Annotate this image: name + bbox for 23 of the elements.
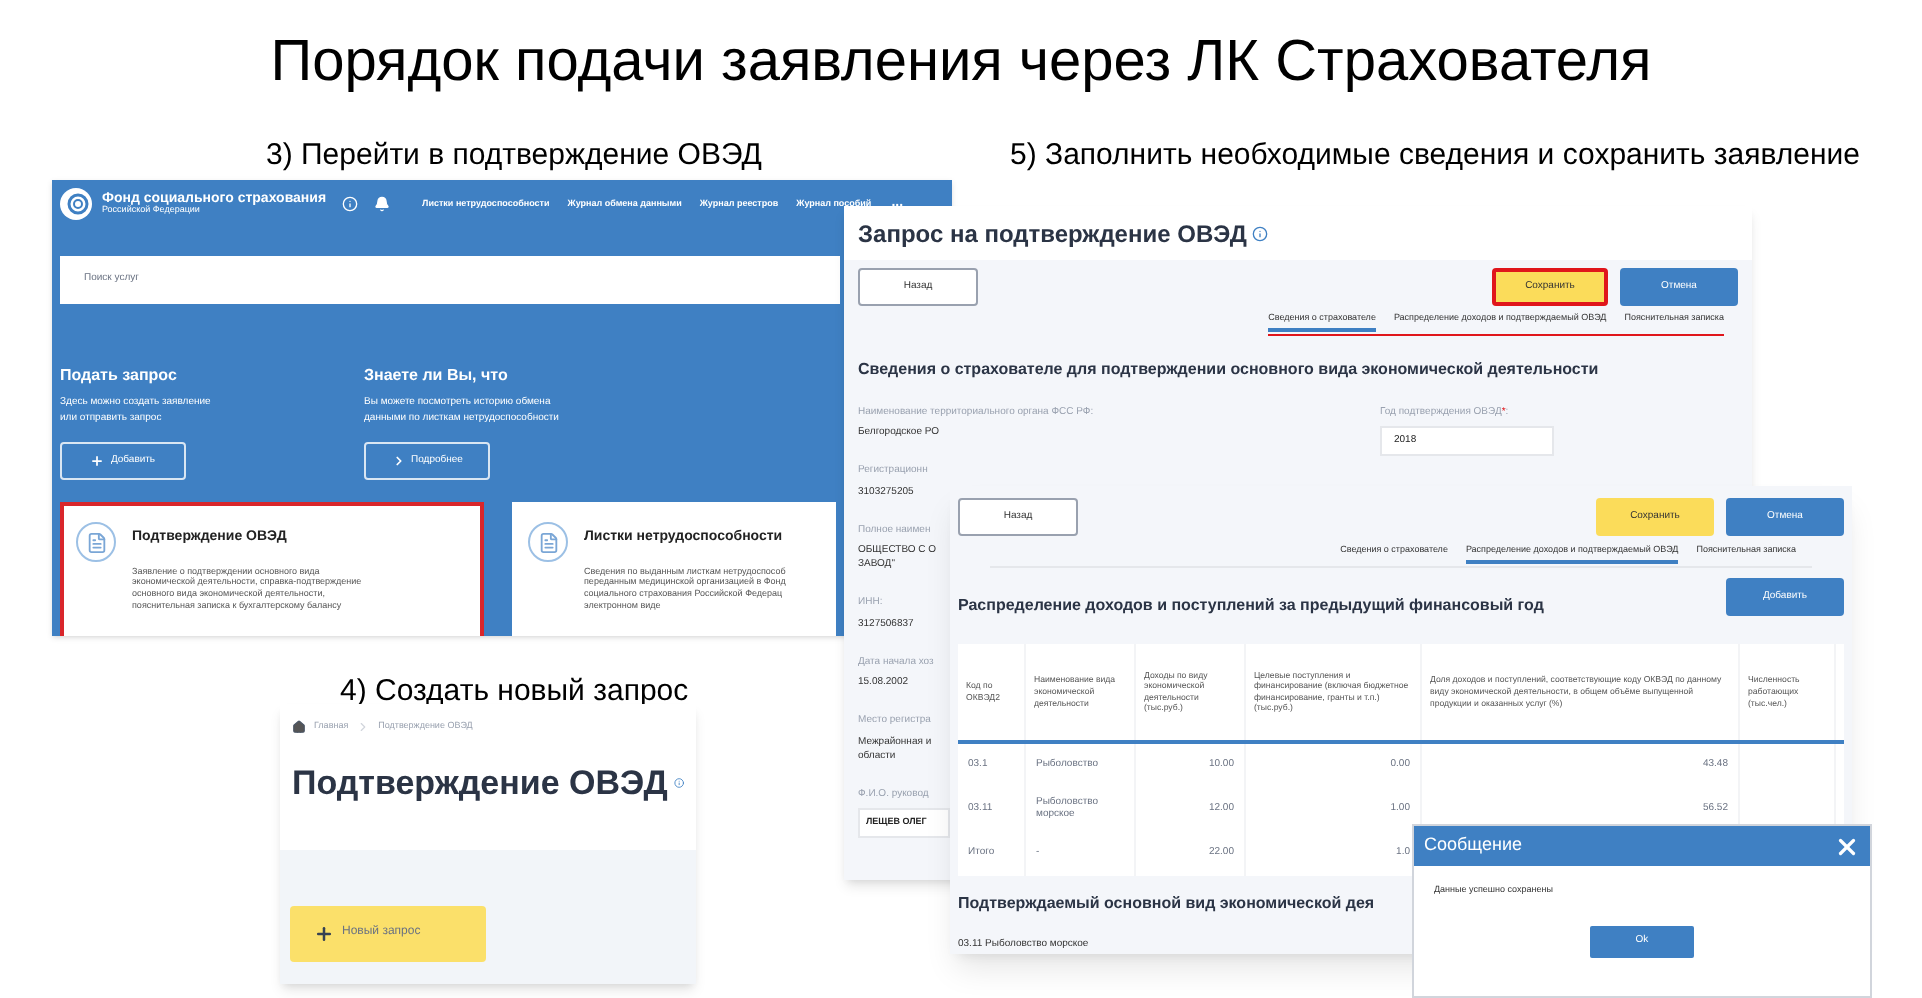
chevron-icon bbox=[356, 720, 371, 734]
home-icon[interactable] bbox=[292, 720, 306, 734]
section-heading: Знаете ли Вы, что bbox=[364, 364, 510, 388]
section-heading: Распределение доходов и поступлений за предыдущий финансовый год bbox=[958, 593, 1544, 618]
section-heading: Подать запрос bbox=[60, 364, 179, 388]
plus-icon bbox=[314, 923, 334, 943]
step-caption: 5) Заполнить необходимые сведения и сохранить заявление bbox=[1010, 136, 1860, 176]
info-icon[interactable] bbox=[1252, 225, 1269, 241]
chevron-icon bbox=[391, 454, 406, 468]
step-caption: 3) Перейти в подтверждение ОВЭД bbox=[266, 136, 762, 176]
close-icon[interactable] bbox=[1834, 833, 1860, 859]
bell-icon[interactable] bbox=[374, 196, 391, 212]
page-title: Подтверждение ОВЭД bbox=[292, 762, 668, 806]
logo-icon bbox=[58, 186, 94, 222]
slide-title: Порядок подачи заявления через ЛК Страхователя bbox=[270, 28, 1652, 98]
document-icon bbox=[528, 522, 568, 562]
dialog-title: Сообщение bbox=[1424, 832, 1522, 859]
document-icon bbox=[76, 522, 116, 562]
step-caption: 4) Создать новый запрос bbox=[340, 672, 689, 712]
section-heading: Подтверждаемый основной вид экономической дея bbox=[958, 891, 1375, 916]
plus-icon bbox=[90, 454, 105, 468]
page-title: Запрос на подтверждение ОВЭД bbox=[858, 217, 1247, 251]
section-heading: Сведения о страхователе для подтверждении основного вида экономической деятельности bbox=[856, 357, 1601, 382]
